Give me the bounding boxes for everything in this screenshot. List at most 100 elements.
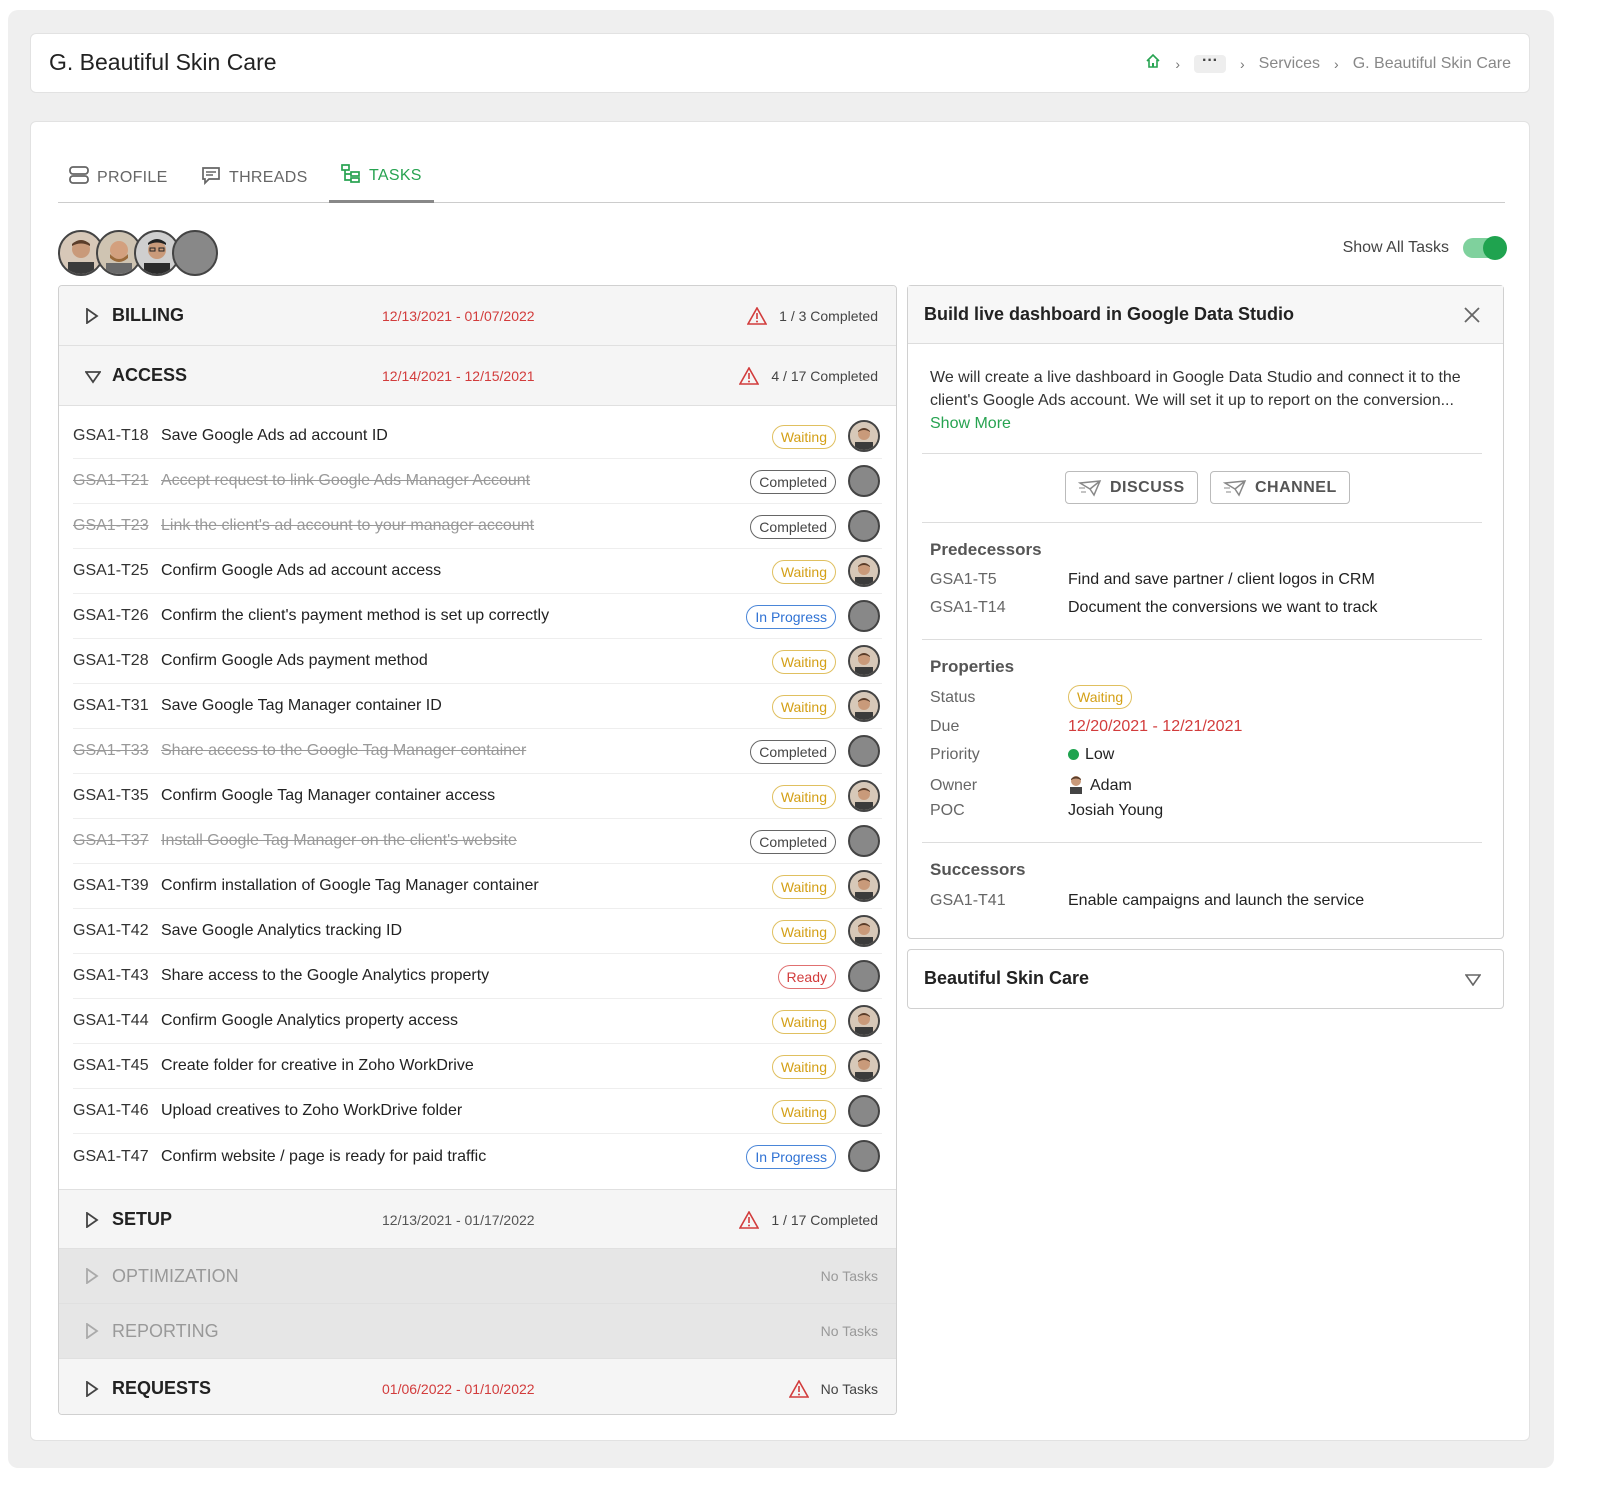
task-detail-panel: Build live dashboard in Google Data Stud… bbox=[907, 285, 1504, 939]
status-badge[interactable]: Waiting bbox=[771, 785, 836, 809]
task-id: GSA1-T47 bbox=[73, 1147, 149, 1165]
status-badge[interactable]: Waiting bbox=[771, 1055, 836, 1079]
home-icon[interactable] bbox=[1145, 53, 1161, 74]
caret-right-icon bbox=[86, 1268, 99, 1284]
task-row[interactable]: GSA1-T35 Confirm Google Tag Manager conta… bbox=[73, 774, 882, 819]
section-access[interactable]: ACCESS 12/14/2021 - 12/15/2021 4 / 17 Co… bbox=[59, 346, 896, 406]
status-badge[interactable]: Waiting bbox=[771, 695, 836, 719]
status-badge[interactable]: In Progress bbox=[746, 1145, 836, 1169]
task-id: GSA1-T28 bbox=[73, 652, 149, 669]
assignee-avatar[interactable] bbox=[848, 465, 880, 497]
task-id: GSA1-T23 bbox=[73, 517, 149, 534]
task-row[interactable]: GSA1-T37 Install Google Tag Manager on th… bbox=[73, 819, 882, 864]
status-badge[interactable]: Ready bbox=[777, 965, 836, 989]
show-all-tasks-toggle[interactable]: Show All Tasks bbox=[1343, 236, 1507, 260]
assignee-avatar[interactable] bbox=[848, 1095, 880, 1127]
assignee-avatar[interactable] bbox=[848, 915, 880, 947]
section-status: No Tasks bbox=[788, 1380, 878, 1398]
caret-down-icon[interactable] bbox=[1465, 974, 1481, 986]
section-status: 4 / 17 Completed bbox=[739, 367, 878, 385]
assignee-avatar[interactable] bbox=[848, 780, 880, 812]
client-panel[interactable]: Beautiful Skin Care bbox=[907, 949, 1504, 1009]
status-badge[interactable]: Waiting bbox=[771, 1010, 836, 1034]
section-billing[interactable]: BILLING 12/13/2021 - 01/07/2022 1 / 3 Co… bbox=[59, 286, 896, 346]
show-more-link[interactable]: Show More bbox=[930, 415, 1011, 432]
task-row[interactable]: GSA1-T42 Save Google Analytics tracking I… bbox=[73, 909, 882, 954]
assignee-avatar[interactable] bbox=[848, 1050, 880, 1082]
breadcrumb-current: G. Beautiful Skin Care bbox=[1352, 54, 1511, 72]
status-badge[interactable]: Completed bbox=[750, 740, 836, 764]
assignee-avatar[interactable] bbox=[848, 690, 880, 722]
assignee-avatar[interactable] bbox=[848, 870, 880, 902]
section-setup[interactable]: SETUP 12/13/2021 - 01/17/2022 1 / 17 Com… bbox=[59, 1189, 896, 1249]
assignee-avatar[interactable] bbox=[848, 960, 880, 992]
close-icon[interactable] bbox=[1463, 306, 1481, 324]
task-row[interactable]: GSA1-T46 Upload creatives to Zoho WorkDri… bbox=[73, 1089, 882, 1134]
section-name: SETUP bbox=[112, 1209, 173, 1229]
task-row[interactable]: GSA1-T23 Link the client's ad account to … bbox=[73, 504, 882, 549]
caret-down-icon bbox=[85, 371, 101, 384]
assignee-avatar[interactable] bbox=[848, 645, 880, 677]
task-row[interactable]: GSA1-T45 Create folder for creative in Zo… bbox=[73, 1044, 882, 1089]
assignee-avatar[interactable] bbox=[848, 1005, 880, 1037]
chevron-right-icon: › bbox=[1175, 55, 1181, 72]
status-badge[interactable]: Waiting bbox=[771, 920, 836, 944]
divider bbox=[922, 522, 1482, 523]
client-title: Beautiful Skin Care bbox=[924, 968, 1090, 988]
section-reporting[interactable]: REPORTING No Tasks bbox=[59, 1304, 896, 1359]
assignee-avatar[interactable] bbox=[848, 420, 880, 452]
breadcrumb: › ··· › Services › G. Beautiful Skin Car… bbox=[1145, 52, 1511, 74]
task-row[interactable]: GSA1-T47 Confirm website / page is ready … bbox=[73, 1134, 882, 1179]
section-name: REQUESTS bbox=[112, 1378, 212, 1398]
main-card: PROFILE THREADS TASKS Show All Tasks BIL… bbox=[30, 121, 1530, 1441]
tab-bar: PROFILE THREADS TASKS bbox=[58, 152, 1505, 203]
status-badge[interactable]: Completed bbox=[750, 830, 836, 854]
task-row[interactable]: GSA1-T28 Confirm Google Ads payment metho… bbox=[73, 639, 882, 684]
toggle-switch[interactable] bbox=[1463, 236, 1507, 260]
task-row[interactable]: GSA1-T44 Confirm Google Analytics propert… bbox=[73, 999, 882, 1044]
tasks-icon bbox=[341, 163, 361, 189]
task-row[interactable]: GSA1-T21 Accept request to link Google Ad… bbox=[73, 459, 882, 504]
status-badge[interactable]: Completed bbox=[750, 515, 836, 539]
status-badge[interactable]: Waiting bbox=[771, 560, 836, 584]
task-row[interactable]: GSA1-T26 Confirm the client's payment met… bbox=[73, 594, 882, 639]
assignee-avatar[interactable] bbox=[848, 735, 880, 767]
section-requests[interactable]: REQUESTS 01/06/2022 - 01/10/2022 No Task… bbox=[59, 1359, 896, 1414]
assignee-avatar[interactable] bbox=[848, 825, 880, 857]
status-badge[interactable]: Waiting bbox=[771, 650, 836, 674]
task-row[interactable]: GSA1-T25 Confirm Google Ads ad account ac… bbox=[73, 549, 882, 594]
tab-threads[interactable]: THREADS bbox=[201, 152, 308, 203]
avatar[interactable] bbox=[172, 230, 218, 276]
section-optimization[interactable]: OPTIMIZATION No Tasks bbox=[59, 1249, 896, 1304]
caret-right-icon bbox=[86, 1212, 99, 1228]
tab-tasks[interactable]: TASKS bbox=[329, 152, 434, 203]
tab-label: THREADS bbox=[229, 168, 308, 186]
successor-row[interactable]: GSA1-T41 Enable campaigns and launch the … bbox=[930, 892, 1364, 910]
task-row[interactable]: GSA1-T18 Save Google Ads ad account ID Wai… bbox=[73, 414, 882, 459]
task-row[interactable]: GSA1-T33 Share access to the Google Tag M… bbox=[73, 729, 882, 774]
discuss-button[interactable]: DISCUSS bbox=[1065, 471, 1198, 504]
successors-title: Successors bbox=[930, 860, 1026, 879]
status-badge[interactable]: In Progress bbox=[746, 605, 836, 629]
task-row[interactable]: GSA1-T39 Confirm installation of Google T… bbox=[73, 864, 882, 909]
assignee-avatar[interactable] bbox=[848, 555, 880, 587]
status-badge[interactable]: Waiting bbox=[771, 1100, 836, 1124]
predecessor-row[interactable]: GSA1-T14 Document the conversions we want… bbox=[930, 599, 1377, 617]
status-badge[interactable]: Completed bbox=[750, 470, 836, 494]
assignee-avatar[interactable] bbox=[848, 510, 880, 542]
task-row[interactable]: GSA1-T43 Share access to the Google Analy… bbox=[73, 954, 882, 999]
assignee-avatar[interactable] bbox=[848, 1140, 880, 1172]
task-row[interactable]: GSA1-T31 Save Google Tag Manager containe… bbox=[73, 684, 882, 729]
tab-profile[interactable]: PROFILE bbox=[69, 152, 168, 203]
channel-button[interactable]: CHANNEL bbox=[1210, 471, 1350, 504]
property-owner: Owner Adam bbox=[930, 774, 1132, 795]
status-badge[interactable]: Waiting bbox=[1068, 685, 1133, 709]
predecessor-row[interactable]: GSA1-T5 Find and save partner / client lo… bbox=[930, 571, 1375, 589]
task-id: GSA1-T42 bbox=[73, 922, 149, 939]
status-badge[interactable]: Waiting bbox=[771, 875, 836, 899]
status-badge[interactable]: Waiting bbox=[771, 425, 836, 449]
assignee-avatar[interactable] bbox=[848, 600, 880, 632]
breadcrumb-services[interactable]: Services bbox=[1259, 55, 1320, 73]
task-id: GSA1-T44 bbox=[73, 1012, 149, 1029]
breadcrumb-more[interactable]: ··· bbox=[1194, 52, 1226, 73]
